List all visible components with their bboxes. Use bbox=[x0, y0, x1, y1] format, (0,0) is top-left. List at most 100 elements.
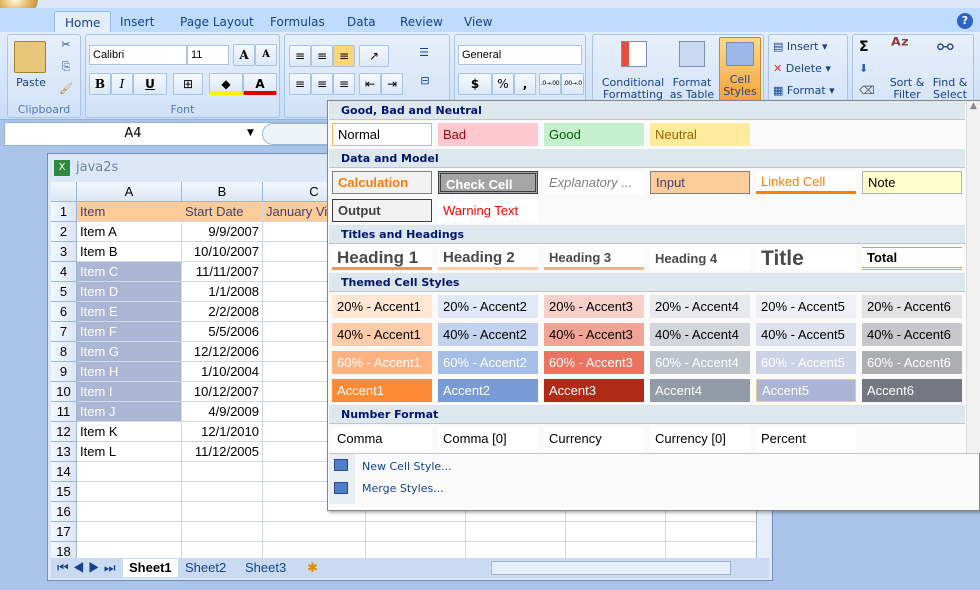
cell[interactable] bbox=[77, 462, 182, 482]
paste-icon[interactable] bbox=[14, 41, 46, 73]
cell-style-option[interactable]: Input bbox=[650, 171, 750, 194]
cell[interactable] bbox=[182, 462, 263, 482]
name-box[interactable]: A4 bbox=[6, 124, 260, 144]
row-header[interactable]: 13 bbox=[51, 442, 77, 462]
row-header[interactable]: 11 bbox=[51, 402, 77, 422]
cell-style-option[interactable]: 20% - Accent5 bbox=[756, 295, 856, 318]
cell-style-option[interactable]: Output bbox=[332, 199, 432, 222]
row-header[interactable]: 10 bbox=[51, 382, 77, 402]
cell[interactable] bbox=[366, 542, 466, 558]
font-name-select[interactable]: Calibri bbox=[89, 45, 187, 65]
cell-style-option[interactable]: 40% - Accent1 bbox=[332, 323, 432, 346]
cell-style-option[interactable]: 40% - Accent3 bbox=[544, 323, 644, 346]
row-header[interactable]: 4 bbox=[51, 262, 77, 282]
italic-button[interactable]: I bbox=[111, 73, 133, 95]
row-header[interactable]: 1 bbox=[51, 202, 77, 222]
header-cell[interactable]: Item bbox=[77, 202, 182, 222]
cell-style-option[interactable]: 60% - Accent4 bbox=[650, 351, 750, 374]
sort-filter-button[interactable]: Sort & Filter bbox=[887, 77, 927, 101]
cell[interactable] bbox=[666, 542, 766, 558]
tab-view[interactable]: View bbox=[454, 11, 502, 33]
cell-style-option[interactable]: Comma bbox=[332, 427, 432, 450]
cell-style-option[interactable]: 20% - Accent6 bbox=[862, 295, 962, 318]
scroll-up-icon[interactable]: ▲ bbox=[967, 101, 980, 111]
decrease-decimal-button[interactable]: .00→.0 bbox=[561, 73, 584, 95]
merge-styles-item[interactable]: Merge Styles... bbox=[362, 482, 444, 495]
cell-styles-button[interactable]: Cell Styles bbox=[719, 37, 761, 101]
cell[interactable] bbox=[466, 542, 566, 558]
merge-center-icon[interactable]: ⊟ bbox=[413, 75, 437, 87]
sheet-tab-sheet2[interactable]: Sheet2 bbox=[185, 559, 226, 577]
cell[interactable]: 1/1/2008 bbox=[182, 282, 263, 302]
clear-icon[interactable]: ⌫ bbox=[859, 85, 875, 97]
selected-cell[interactable]: Item C bbox=[77, 262, 182, 282]
cell[interactable]: 9/9/2007 bbox=[182, 222, 263, 242]
cell[interactable]: 2/2/2008 bbox=[182, 302, 263, 322]
cell-style-option[interactable]: Bad bbox=[438, 123, 538, 146]
cell[interactable] bbox=[466, 522, 566, 542]
top-align-icon[interactable]: ≡ bbox=[289, 45, 311, 67]
name-box-dropdown-icon[interactable]: ▼ bbox=[247, 128, 254, 138]
format-painter-icon[interactable]: 🖌 bbox=[58, 83, 74, 95]
cell[interactable]: 12/12/2006 bbox=[182, 342, 263, 362]
cell-style-option[interactable]: Currency [0] bbox=[650, 427, 750, 450]
increase-decimal-button[interactable]: .0→.00 bbox=[539, 73, 561, 95]
row-header[interactable]: 14 bbox=[51, 462, 77, 482]
cell-style-option[interactable]: 60% - Accent2 bbox=[438, 351, 538, 374]
cell[interactable] bbox=[77, 542, 182, 558]
cell-style-option[interactable]: 60% - Accent1 bbox=[332, 351, 432, 374]
middle-align-icon[interactable]: ≡ bbox=[311, 45, 333, 67]
cell[interactable]: Item K bbox=[77, 422, 182, 442]
paste-button[interactable]: Paste bbox=[12, 77, 50, 89]
orientation-icon[interactable]: ↗ bbox=[359, 45, 389, 67]
cell[interactable]: 12/1/2010 bbox=[182, 422, 263, 442]
tab-page-layout[interactable]: Page Layout bbox=[170, 11, 264, 33]
help-icon[interactable]: ? bbox=[957, 13, 973, 29]
find-select-button[interactable]: Find & Select bbox=[929, 77, 971, 101]
cell[interactable] bbox=[77, 522, 182, 542]
cell[interactable]: 4/9/2009 bbox=[182, 402, 263, 422]
cell-style-option[interactable]: Accent1 bbox=[332, 379, 432, 402]
cell[interactable] bbox=[566, 522, 666, 542]
cell[interactable] bbox=[566, 542, 666, 558]
fill-icon[interactable]: ⬇ bbox=[859, 63, 868, 75]
row-header[interactable]: 8 bbox=[51, 342, 77, 362]
selected-cell[interactable]: Item I bbox=[77, 382, 182, 402]
cell-style-option[interactable]: Total bbox=[862, 247, 962, 270]
cell-style-option[interactable]: Check Cell bbox=[438, 171, 538, 194]
column-header[interactable]: A bbox=[77, 182, 182, 202]
format-as-table-button[interactable]: Format as Table bbox=[667, 77, 717, 101]
cell-style-option[interactable]: 20% - Accent1 bbox=[332, 295, 432, 318]
row-header[interactable]: 16 bbox=[51, 502, 77, 522]
sheet-tab-sheet1[interactable]: Sheet1 bbox=[123, 559, 178, 577]
cell-style-option[interactable]: Heading 2 bbox=[438, 247, 538, 270]
cell[interactable] bbox=[666, 522, 766, 542]
row-header[interactable]: 2 bbox=[51, 222, 77, 242]
cell[interactable] bbox=[182, 482, 263, 502]
wrap-text-icon[interactable]: ☰ bbox=[415, 47, 433, 59]
tab-data[interactable]: Data bbox=[337, 11, 386, 33]
insert-sheet-icon[interactable]: ✱ bbox=[307, 559, 318, 577]
cell-style-option[interactable]: Accent4 bbox=[650, 379, 750, 402]
tab-review[interactable]: Review bbox=[390, 11, 453, 33]
cell[interactable]: Item L bbox=[77, 442, 182, 462]
format-cells-button[interactable]: ▦ Format ▾ bbox=[773, 85, 835, 97]
cell-style-option[interactable]: 60% - Accent5 bbox=[756, 351, 856, 374]
cell-style-option[interactable]: Calculation bbox=[332, 171, 432, 194]
increase-indent-icon[interactable]: ⇥ bbox=[381, 73, 403, 95]
cell-style-option[interactable]: Accent2 bbox=[438, 379, 538, 402]
borders-button[interactable]: ⊞ bbox=[173, 73, 203, 95]
shrink-font-button[interactable]: A bbox=[255, 44, 277, 66]
row-header[interactable]: 5 bbox=[51, 282, 77, 302]
sheet-nav-buttons[interactable]: ⏮◀▶⏭ bbox=[57, 559, 120, 577]
row-header[interactable]: 17 bbox=[51, 522, 77, 542]
cell-style-option[interactable]: 60% - Accent6 bbox=[862, 351, 962, 374]
cell-style-option[interactable]: Normal bbox=[332, 123, 432, 146]
selected-cell[interactable]: Item G bbox=[77, 342, 182, 362]
cell-style-option[interactable]: Explanatory ... bbox=[544, 171, 644, 194]
selected-cell[interactable]: Item F bbox=[77, 322, 182, 342]
cell-style-option[interactable]: 20% - Accent3 bbox=[544, 295, 644, 318]
row-header[interactable]: 12 bbox=[51, 422, 77, 442]
autosum-button[interactable]: Σ bbox=[859, 40, 869, 54]
cell[interactable] bbox=[77, 502, 182, 522]
